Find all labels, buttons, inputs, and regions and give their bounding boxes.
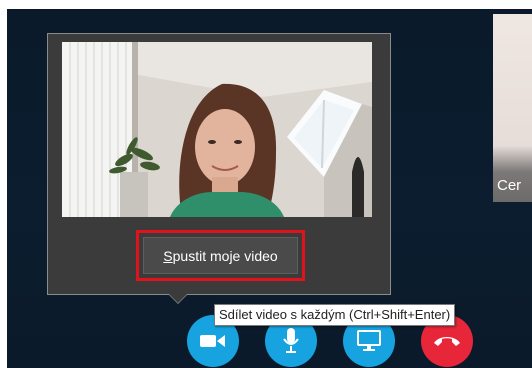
call-stage: Cer S pustit moje video Sdílet video s k… (7, 9, 532, 368)
screen-share-icon (357, 330, 381, 352)
hang-up-icon (433, 334, 461, 348)
microphone-icon (282, 328, 300, 354)
start-video-highlight: Spustit moje video (136, 230, 305, 281)
share-video-tooltip: Sdílet video s každým (Ctrl+Shift+Enter) (214, 304, 456, 326)
start-my-video-label: pustit moje video (172, 247, 278, 264)
remote-participant-name: Cer (497, 177, 522, 194)
start-my-video-accel-key: S (163, 247, 173, 264)
video-camera-icon (200, 333, 226, 349)
camera-preview-image (62, 42, 372, 217)
remote-participant-tile[interactable]: Cer (493, 14, 532, 202)
popup-pointer (169, 294, 187, 303)
start-my-video-button[interactable]: Spustit moje video (143, 237, 298, 274)
self-video-preview-popup: Spustit moje video (47, 33, 391, 295)
